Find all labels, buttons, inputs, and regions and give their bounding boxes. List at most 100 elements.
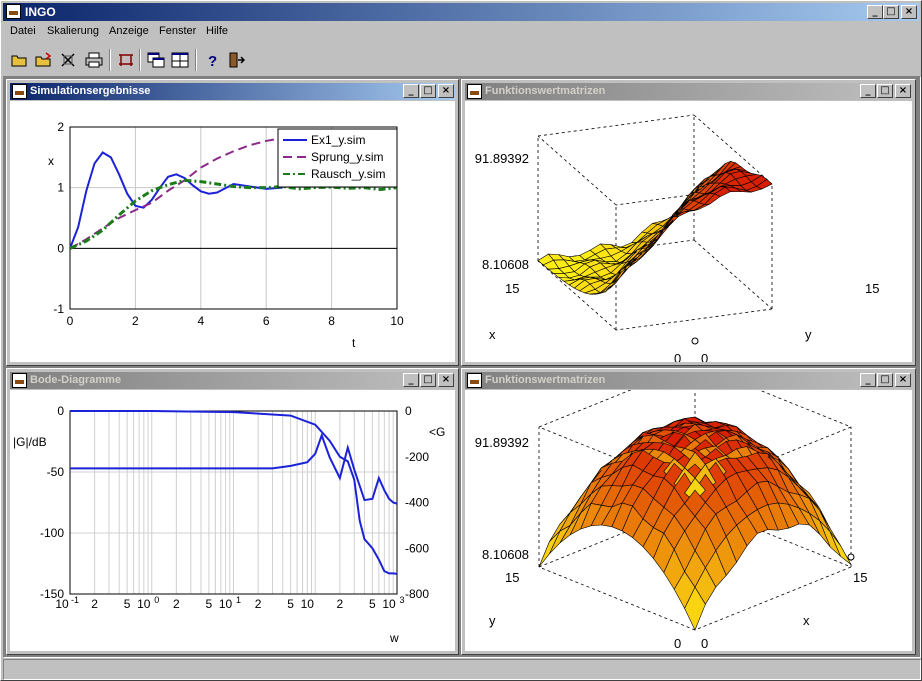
bounding-box-edge	[537, 114, 695, 137]
window-title: Simulationsergebnisse	[30, 85, 151, 97]
menu-hilfe[interactable]: Hilfe	[206, 25, 228, 37]
minimize-button[interactable]: _	[867, 5, 883, 19]
surface-chart-area-1: 91.89392 8.10608 x y 15 15 0 0	[465, 101, 912, 362]
window-title: Bode-Diagramme	[30, 374, 122, 386]
x-tick-label: 5	[124, 597, 131, 611]
axis-label: 15	[853, 570, 867, 585]
minimize-button[interactable]: _	[403, 84, 419, 98]
exit-icon[interactable]	[225, 49, 247, 71]
x-tick-label: 10	[137, 597, 151, 611]
close-button[interactable]: ×	[438, 84, 454, 98]
y-left-tick-label: 0	[57, 404, 64, 418]
close-button[interactable]: ×	[895, 84, 911, 98]
x-tick-label: 10	[301, 597, 315, 611]
open-folder-icon[interactable]	[33, 49, 55, 71]
app-title: INGO	[25, 5, 56, 19]
menu-datei[interactable]: Datei	[10, 25, 36, 37]
maximize-button[interactable]: □	[883, 5, 899, 19]
axis-label: 15	[865, 281, 879, 296]
mdi-client-area: Simulationsergebnisse _ □ × 0 2 4 6 8 10 -1 0 1 2…	[3, 76, 921, 658]
y-tick-label: 0	[57, 241, 64, 255]
legend-label-1: Ex1_y.sim	[311, 133, 365, 147]
open-icon[interactable]	[9, 49, 31, 71]
window-funktionswertmatrizen-1[interactable]: Funktionswertmatrizen _ □ × 91.89392 8.10…	[461, 79, 916, 366]
tile-icon[interactable]	[169, 49, 191, 71]
bounding-box-edge	[615, 308, 773, 331]
z-tick-label: 8.10608	[482, 257, 529, 272]
window-simulationsergebnisse[interactable]: Simulationsergebnisse _ □ × 0 2 4 6 8 10 -1 0 1 2…	[6, 79, 459, 366]
series-line-3	[69, 178, 398, 250]
close-button[interactable]: ×	[438, 373, 454, 387]
surface-patch	[819, 520, 841, 557]
x-tick-label: 2	[255, 597, 262, 611]
y-tick-label: 2	[57, 120, 64, 134]
y-right-tick-label: -400	[405, 496, 429, 510]
toolbar-separator	[195, 49, 197, 71]
z-tick-label: 8.10608	[482, 547, 529, 562]
axis-label: 0	[701, 351, 708, 362]
y-right-tick-label: -600	[405, 541, 429, 555]
print-icon[interactable]	[83, 49, 105, 71]
window-funktionswertmatrizen-2[interactable]: Funktionswertmatrizen _ □ × 91.89392 8.10…	[461, 368, 916, 655]
axis-label: 0	[674, 636, 681, 651]
axis-label: 15	[505, 281, 519, 296]
bode-chart: 0-50-100-1500-200-400-600-80010 -1 2 5 10 0 2 5…	[13, 404, 445, 645]
minimize-button[interactable]: _	[403, 373, 419, 387]
x-axis-label: t	[352, 336, 356, 350]
child-title-bar[interactable]: Funktionswertmatrizen _ □ ×	[465, 83, 912, 100]
window-title: Funktionswertmatrizen	[485, 374, 606, 386]
x-tick-label: 5	[287, 597, 294, 611]
cascade-icon[interactable]	[145, 49, 167, 71]
child-title-bar[interactable]: Simulationsergebnisse _ □ ×	[10, 83, 455, 100]
menu-fenster[interactable]: Fenster	[159, 25, 196, 37]
menu-anzeige[interactable]: Anzeige	[109, 25, 149, 37]
maximize-button[interactable]: □	[420, 84, 436, 98]
window-icon	[12, 373, 27, 388]
window-icon	[467, 373, 482, 388]
frame-icon[interactable]	[115, 49, 137, 71]
x-tick-label: 10	[219, 597, 233, 611]
x-tick-label: 0	[154, 595, 159, 605]
axis-label: y	[489, 613, 496, 628]
x-tick-label: 4	[197, 314, 204, 328]
axis-label: y	[805, 327, 812, 342]
title-bar[interactable]: INGO _ □ ×	[3, 3, 919, 21]
close-button[interactable]: ×	[901, 5, 917, 19]
x-tick-label: 5	[369, 597, 376, 611]
window-icon	[467, 84, 482, 99]
menu-skalierung[interactable]: Skalierung	[47, 25, 99, 37]
minimize-button[interactable]: _	[860, 373, 876, 387]
axis-label: 0	[674, 351, 681, 362]
x-tick-label: 10	[55, 597, 69, 611]
x-tick-label: 3	[399, 595, 404, 605]
maximize-button[interactable]: □	[877, 373, 893, 387]
status-bar	[3, 659, 921, 680]
window-bode-diagramme[interactable]: Bode-Diagramme _ □ × 0 -50 -100 -1 5 0 0 -200 -4…	[6, 368, 459, 655]
x-tick-label: 0	[67, 314, 74, 328]
x-tick-label: 2	[91, 597, 98, 611]
child-title-bar[interactable]: Funktionswertmatrizen _ □ ×	[465, 372, 912, 389]
maximize-button[interactable]: □	[877, 84, 893, 98]
menu-bar: Datei Skalierung Anzeige Fenster Hilfe	[3, 22, 919, 41]
child-title-bar[interactable]: Bode-Diagramme _ □ ×	[10, 372, 455, 389]
svg-text:?: ?	[208, 53, 217, 68]
bounding-box-edge	[758, 390, 852, 428]
app-window: INGO _ □ × Datei Skalierung Anzeige Fens…	[0, 0, 922, 681]
x-tick-label: 5	[206, 597, 213, 611]
bounding-box-edge	[693, 239, 773, 310]
x-tick-label: 10	[382, 597, 396, 611]
legend-label-3: Rausch_y.sim	[311, 167, 385, 181]
close-button[interactable]: ×	[895, 373, 911, 387]
maximize-button[interactable]: □	[420, 373, 436, 387]
z-tick-label: 91.89392	[475, 151, 529, 166]
x-axis-label: w	[389, 631, 399, 645]
axis-origin-marker	[847, 553, 855, 561]
x-tick-label: 2	[132, 314, 139, 328]
help-icon[interactable]: ?	[201, 49, 223, 71]
toolbar: ?	[3, 44, 919, 74]
y-tick-label: -1	[53, 302, 64, 316]
minimize-button[interactable]: _	[860, 84, 876, 98]
close-icon[interactable]	[57, 49, 79, 71]
axis-origin-marker	[691, 337, 699, 345]
bounding-box-edge	[538, 390, 632, 428]
